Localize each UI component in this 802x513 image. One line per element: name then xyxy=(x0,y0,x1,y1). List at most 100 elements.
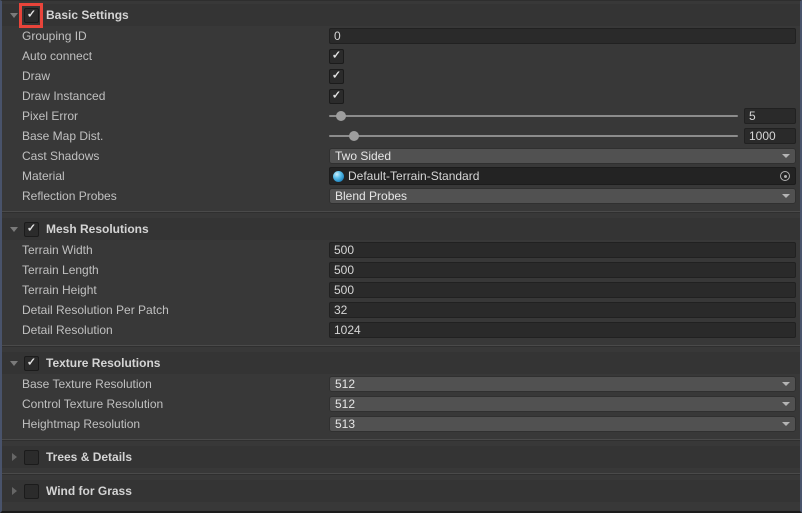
pixel-error-slider-handle[interactable] xyxy=(336,111,346,121)
section-separator xyxy=(2,468,800,480)
auto-connect-checkbox[interactable]: ✓ xyxy=(329,49,344,64)
reflection-probes-dropdown[interactable]: Blend Probes xyxy=(329,188,796,204)
control-texture-resolution-dropdown-value: 512 xyxy=(335,397,355,411)
base-texture-resolution-dropdown-value: 512 xyxy=(335,377,355,391)
row-terrain-height: Terrain Height500 xyxy=(2,280,800,300)
row-pixel-error: Pixel Error 5 xyxy=(2,106,800,126)
control-texture-resolution-dropdown[interactable]: 512 xyxy=(329,396,796,412)
pixel-error-slider[interactable] xyxy=(329,108,738,124)
chevron-down-icon xyxy=(782,382,790,386)
checkmark-icon: ✓ xyxy=(332,50,341,61)
base-map-dist-value-input[interactable]: 1000 xyxy=(744,128,796,144)
object-picker-dot xyxy=(784,175,787,178)
row-draw: Draw✓ xyxy=(2,66,800,86)
field-area-material: Default-Terrain-Standard xyxy=(329,167,796,185)
section-checkbox-mesh-resolutions[interactable]: ✓ xyxy=(24,222,39,237)
field-area-base-map-dist: 1000 xyxy=(329,128,796,144)
detail-resolution-input[interactable]: 1024 xyxy=(329,322,796,338)
terrain-length-input[interactable]: 500 xyxy=(329,262,796,278)
object-picker-icon[interactable] xyxy=(777,168,793,184)
chevron-down-icon xyxy=(782,194,790,198)
detail-resolution-per-patch-input[interactable]: 32 xyxy=(329,302,796,318)
foldout-expanded-icon[interactable] xyxy=(7,227,21,232)
row-label-cast-shadows: Cast Shadows xyxy=(22,149,329,163)
section-separator xyxy=(2,340,800,352)
cast-shadows-dropdown[interactable]: Two Sided xyxy=(329,148,796,164)
triangle-down-icon xyxy=(10,227,18,232)
section-title-wind-for-grass: Wind for Grass xyxy=(46,484,132,498)
row-draw-instanced: Draw Instanced✓ xyxy=(2,86,800,106)
base-map-dist-slider-handle[interactable] xyxy=(349,131,359,141)
row-label-heightmap-resolution: Heightmap Resolution xyxy=(22,417,329,431)
slider-track xyxy=(329,135,738,137)
row-material: MaterialDefault-Terrain-Standard xyxy=(2,166,800,186)
section-checkbox-wind-for-grass[interactable] xyxy=(24,484,39,499)
row-label-reflection-probes: Reflection Probes xyxy=(22,189,329,203)
foldout-expanded-icon[interactable] xyxy=(7,361,21,366)
foldout-expanded-icon[interactable] xyxy=(7,13,21,18)
row-label-draw: Draw xyxy=(22,69,329,83)
chevron-down-icon xyxy=(782,402,790,406)
row-auto-connect: Auto connect✓ xyxy=(2,46,800,66)
section-checkbox-wrap-mesh-resolutions: ✓ xyxy=(24,222,39,237)
field-area-draw-instanced: ✓ xyxy=(329,89,796,104)
field-area-terrain-length: 500 xyxy=(329,262,796,278)
section-header-trees-details[interactable]: Trees & Details xyxy=(2,446,800,468)
heightmap-resolution-dropdown-value: 513 xyxy=(335,417,355,431)
field-area-terrain-width: 500 xyxy=(329,242,796,258)
material-object-field[interactable]: Default-Terrain-Standard xyxy=(329,167,796,185)
reflection-probes-dropdown-value: Blend Probes xyxy=(335,189,407,203)
row-label-terrain-height: Terrain Height xyxy=(22,283,329,297)
field-area-base-texture-resolution: 512 xyxy=(329,376,796,392)
chevron-down-icon xyxy=(782,422,790,426)
pixel-error-value-input[interactable]: 5 xyxy=(744,108,796,124)
row-control-texture-resolution: Control Texture Resolution 512 xyxy=(2,394,800,414)
section-header-basic-settings[interactable]: ✓Basic Settings xyxy=(2,4,800,26)
terrain-height-input[interactable]: 500 xyxy=(329,282,796,298)
terrain-width-input[interactable]: 500 xyxy=(329,242,796,258)
base-texture-resolution-dropdown[interactable]: 512 xyxy=(329,376,796,392)
section-header-texture-resolutions[interactable]: ✓ Texture Resolutions xyxy=(2,352,800,374)
field-area-draw: ✓ xyxy=(329,69,796,84)
row-label-base-map-dist: Base Map Dist. xyxy=(22,129,329,143)
row-label-pixel-error: Pixel Error xyxy=(22,109,329,123)
checkmark-icon: ✓ xyxy=(27,223,36,234)
grouping-id-input[interactable]: 0 xyxy=(329,28,796,44)
row-grouping-id: Grouping ID0 xyxy=(2,26,800,46)
triangle-down-icon xyxy=(10,13,18,18)
row-label-draw-instanced: Draw Instanced xyxy=(22,89,329,103)
draw-instanced-checkbox[interactable]: ✓ xyxy=(329,89,344,104)
section-title-trees-details: Trees & Details xyxy=(46,450,132,464)
base-map-dist-slider[interactable] xyxy=(329,128,738,144)
field-area-heightmap-resolution: 513 xyxy=(329,416,796,432)
triangle-down-icon xyxy=(10,361,18,366)
foldout-collapsed-icon[interactable] xyxy=(7,487,21,495)
section-title-texture-resolutions: Texture Resolutions xyxy=(46,356,160,370)
row-base-map-dist: Base Map Dist. 1000 xyxy=(2,126,800,146)
heightmap-resolution-dropdown[interactable]: 513 xyxy=(329,416,796,432)
field-area-reflection-probes: Blend Probes xyxy=(329,188,796,204)
row-detail-resolution-per-patch: Detail Resolution Per Patch32 xyxy=(2,300,800,320)
section-checkbox-texture-resolutions[interactable]: ✓ xyxy=(24,356,39,371)
checkmark-icon: ✓ xyxy=(27,357,36,368)
section-checkbox-basic-settings[interactable]: ✓ xyxy=(24,8,39,23)
material-sphere-icon xyxy=(333,171,344,182)
section-header-mesh-resolutions[interactable]: ✓Mesh Resolutions xyxy=(2,218,800,240)
section-header-wind-for-grass[interactable]: Wind for Grass xyxy=(2,480,800,502)
triangle-right-icon xyxy=(12,453,17,461)
section-checkbox-wrap-basic-settings: ✓ xyxy=(24,8,39,23)
material-object-name: Default-Terrain-Standard xyxy=(348,169,479,183)
draw-checkbox[interactable]: ✓ xyxy=(329,69,344,84)
section-separator xyxy=(2,434,800,446)
section-checkbox-trees-details[interactable] xyxy=(24,450,39,465)
row-base-texture-resolution: Base Texture Resolution512 xyxy=(2,374,800,394)
slider-track xyxy=(329,115,738,117)
field-area-auto-connect: ✓ xyxy=(329,49,796,64)
checkmark-icon: ✓ xyxy=(332,90,341,101)
foldout-collapsed-icon[interactable] xyxy=(7,453,21,461)
row-label-terrain-length: Terrain Length xyxy=(22,263,329,277)
row-label-control-texture-resolution: Control Texture Resolution xyxy=(22,397,329,411)
field-area-control-texture-resolution: 512 xyxy=(329,396,796,412)
row-terrain-length: Terrain Length500 xyxy=(2,260,800,280)
checkmark-icon: ✓ xyxy=(332,70,341,81)
